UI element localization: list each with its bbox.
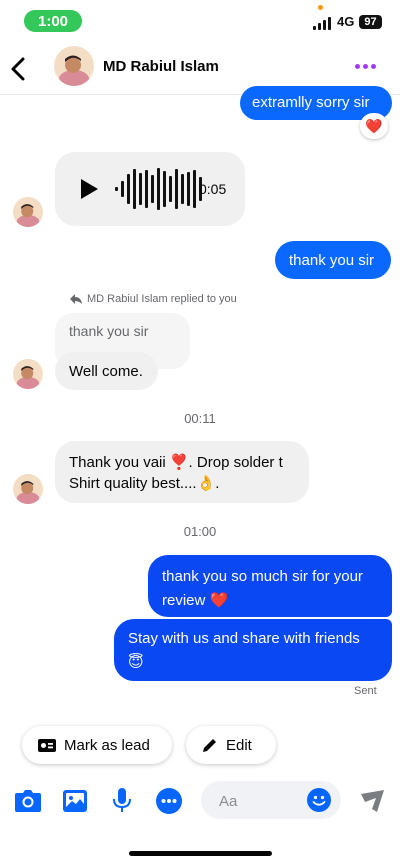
- avatar[interactable]: [54, 46, 94, 86]
- play-icon[interactable]: [79, 178, 99, 200]
- reply-icon: [70, 294, 82, 304]
- camera-icon[interactable]: [15, 788, 41, 814]
- more-apps-icon[interactable]: [156, 788, 182, 814]
- emoji-icon[interactable]: [307, 788, 331, 812]
- contact-name[interactable]: MD Rabiul Islam: [103, 58, 219, 75]
- timestamp: 01:00: [183, 524, 217, 539]
- back-icon[interactable]: [8, 56, 30, 82]
- reply-label: MD Rabiul Islam replied to you: [87, 293, 237, 305]
- network-type: 4G: [337, 14, 355, 29]
- message-composer[interactable]: [201, 781, 341, 821]
- id-card-icon: [38, 738, 56, 752]
- like-icon[interactable]: [359, 789, 385, 815]
- incoming-message[interactable]: Well come.: [55, 352, 158, 390]
- mark-as-lead-label: Mark as lead: [64, 736, 150, 754]
- reply-header: MD Rabiul Islam replied to you: [70, 293, 237, 305]
- edit-button[interactable]: Edit: [186, 726, 276, 764]
- status-time: 1:00: [24, 10, 82, 32]
- incoming-message[interactable]: Thank you vaii ❣️. Drop solder t Shirt q…: [55, 441, 309, 503]
- voice-duration: 0:05: [199, 181, 227, 197]
- avatar[interactable]: [13, 474, 43, 504]
- outgoing-message[interactable]: thank you sir: [275, 241, 391, 279]
- privacy-indicator-dot: [318, 5, 323, 10]
- waveform: [115, 168, 202, 210]
- heart-reaction-icon[interactable]: ❤️: [360, 113, 388, 139]
- edit-label: Edit: [226, 736, 252, 754]
- message-input[interactable]: [217, 781, 301, 821]
- more-options-icon[interactable]: [355, 58, 383, 74]
- outgoing-message[interactable]: Stay with us and share with friends 😇: [114, 619, 392, 681]
- avatar[interactable]: [13, 197, 43, 227]
- signal-icon: [313, 14, 331, 30]
- battery-icon: 97: [359, 15, 382, 29]
- pencil-icon: [203, 739, 216, 752]
- home-indicator: [129, 851, 272, 856]
- avatar[interactable]: [13, 359, 43, 389]
- outgoing-message[interactable]: thank you so much sir for your review ❤️: [148, 555, 392, 617]
- sent-status: Sent: [354, 685, 377, 697]
- gallery-icon[interactable]: [62, 788, 88, 814]
- timestamp: 00:11: [184, 411, 216, 426]
- microphone-icon[interactable]: [109, 788, 135, 814]
- mark-as-lead-button[interactable]: Mark as lead: [22, 726, 172, 764]
